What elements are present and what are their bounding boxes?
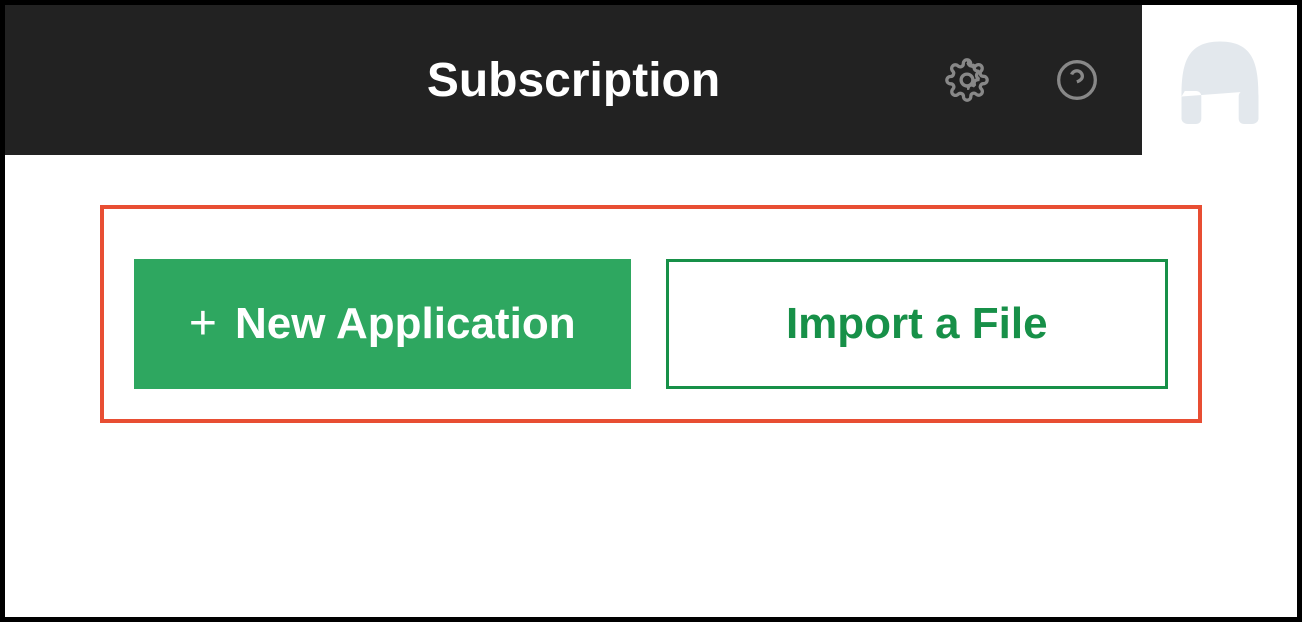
action-buttons-highlight: + New Application Import a File xyxy=(100,205,1202,423)
settings-button[interactable] xyxy=(942,55,992,105)
help-button[interactable] xyxy=(1052,55,1102,105)
gear-icon xyxy=(945,58,989,102)
help-icon xyxy=(1055,58,1099,102)
header-bar: Subscription xyxy=(5,5,1142,155)
headset-icon xyxy=(1165,25,1275,135)
header-icons-group xyxy=(942,55,1102,105)
import-file-label: Import a File xyxy=(786,299,1048,349)
new-application-label: New Application xyxy=(235,299,576,349)
profile-area[interactable] xyxy=(1142,5,1297,155)
page-title: Subscription xyxy=(427,53,720,108)
app-frame: Subscription xyxy=(0,0,1302,622)
new-application-button[interactable]: + New Application xyxy=(134,259,631,389)
import-file-button[interactable]: Import a File xyxy=(666,259,1169,389)
plus-icon: + xyxy=(189,300,217,348)
content-area: + New Application Import a File xyxy=(5,155,1297,473)
